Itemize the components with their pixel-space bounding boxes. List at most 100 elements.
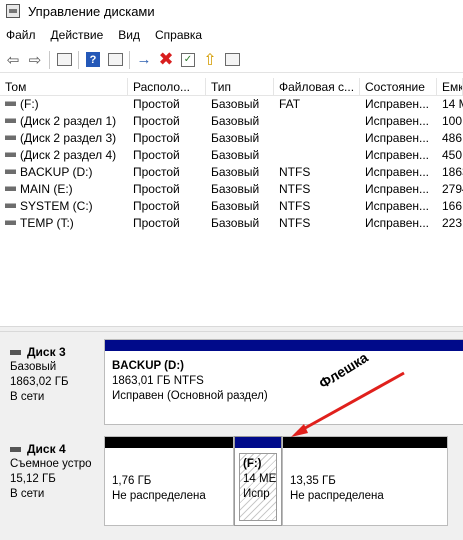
- table-row[interactable]: TEMP (T:) Простой Базовый NTFS Исправен... 22…: [0, 215, 463, 232]
- move-up-icon[interactable]: ⇧: [199, 49, 221, 71]
- disk4-type: Съемное устро: [10, 458, 92, 470]
- disk4-p1-size: 1,76 ГБ: [112, 475, 152, 487]
- cell-layout: Простой: [128, 215, 206, 232]
- cell-status-text: Исправен...: [365, 114, 430, 128]
- disk4-size: 15,12 ГБ: [10, 473, 56, 485]
- cell-capacity: 1863: [437, 164, 463, 181]
- cell-type-text: Базовый: [211, 97, 260, 111]
- cell-volume: (F:): [0, 96, 128, 113]
- column-header-capacity[interactable]: Емк: [437, 78, 463, 96]
- cell-volume: (Диск 2 раздел 3): [0, 130, 128, 147]
- check-icon[interactable]: ✓: [177, 49, 199, 71]
- cell-status: Исправен...: [360, 147, 437, 164]
- table-row[interactable]: (Диск 2 раздел 3) Простой Базовый Исправен.…: [0, 130, 463, 147]
- cell-layout-text: Простой: [133, 165, 180, 179]
- cell-capacity-text: 100: [442, 114, 463, 128]
- disk4-p2-size: 14 МЕ: [243, 473, 277, 485]
- disk3-info[interactable]: Диск 3 Базовый 1863,02 ГБ В сети: [4, 335, 102, 427]
- column-header-volume[interactable]: Том: [0, 78, 128, 96]
- cell-type: Базовый: [206, 181, 274, 198]
- cell-layout: Простой: [128, 181, 206, 198]
- cell-capacity: 486: [437, 130, 463, 147]
- column-header-status[interactable]: Состояние: [360, 78, 437, 96]
- volume-icon: [5, 118, 16, 124]
- cell-volume: (Диск 2 раздел 1): [0, 113, 128, 130]
- unallocated-bar: [105, 437, 233, 448]
- toolbar-separator: [49, 50, 50, 69]
- cell-volume: MAIN (E:): [0, 181, 128, 198]
- cell-type-text: Базовый: [211, 216, 260, 230]
- disk4-p1-status: Не распределена: [112, 490, 206, 502]
- menu-help[interactable]: Справка: [155, 28, 202, 42]
- cell-volume-text: (Диск 2 раздел 4): [20, 148, 117, 162]
- properties-icon[interactable]: [104, 49, 126, 71]
- cell-status: Исправен...: [360, 198, 437, 215]
- table-row[interactable]: BACKUP (D:) Простой Базовый NTFS Исправен...…: [0, 164, 463, 181]
- table-row[interactable]: (Диск 2 раздел 1) Простой Базовый Исправен.…: [0, 113, 463, 130]
- back-arrow-icon[interactable]: ⇦: [2, 49, 24, 71]
- volume-table: Том Располо... Тип Файловая с... Состоян…: [0, 78, 463, 326]
- menu-action[interactable]: Действие: [51, 28, 104, 42]
- connect-icon[interactable]: →: [133, 49, 155, 71]
- cell-volume: TEMP (T:): [0, 215, 128, 232]
- cell-status: Исправен...: [360, 215, 437, 232]
- volume-icon: [5, 203, 16, 209]
- menu-file[interactable]: Файл: [6, 28, 36, 42]
- disk4-unallocated-1[interactable]: 1,76 ГБ Не распределена: [104, 436, 234, 526]
- settings-icon[interactable]: [221, 49, 243, 71]
- forward-arrow-icon[interactable]: ⇨: [24, 49, 46, 71]
- cell-layout-text: Простой: [133, 148, 180, 162]
- disk4-partition-flash[interactable]: (F:) 14 МЕ Испр: [234, 436, 282, 526]
- console-icon[interactable]: [53, 49, 75, 71]
- volume-icon: [5, 220, 16, 226]
- disk4-name: Диск 4: [27, 442, 66, 456]
- title-bar: Управление дисками: [0, 0, 463, 22]
- cell-filesystem: [274, 147, 360, 164]
- cell-filesystem-text: NTFS: [279, 165, 311, 179]
- unallocated-bar: [283, 437, 447, 448]
- cell-filesystem-text: NTFS: [279, 199, 311, 213]
- cell-status-text: Исправен...: [365, 97, 430, 111]
- help-icon[interactable]: ?: [82, 49, 104, 71]
- cell-type-text: Базовый: [211, 114, 260, 128]
- table-row[interactable]: MAIN (E:) Простой Базовый NTFS Исправен... 27…: [0, 181, 463, 198]
- cell-capacity-text: 2794: [442, 182, 463, 196]
- column-header-filesystem[interactable]: Файловая с...: [274, 78, 360, 96]
- delete-icon[interactable]: ✖: [155, 49, 177, 71]
- column-header-layout[interactable]: Располо...: [128, 78, 206, 96]
- cell-capacity: 166,: [437, 198, 463, 215]
- cell-volume: SYSTEM (C:): [0, 198, 128, 215]
- cell-volume-text: (Диск 2 раздел 1): [20, 114, 117, 128]
- toolbar: ⇦ ⇨ ? → ✖ ✓ ⇧: [0, 47, 463, 73]
- cell-capacity: 14 М: [437, 96, 463, 113]
- disk-icon: [10, 350, 21, 355]
- menu-view[interactable]: Вид: [118, 28, 140, 42]
- cell-type: Базовый: [206, 215, 274, 232]
- cell-capacity-text: 223,: [442, 216, 463, 230]
- cell-type: Базовый: [206, 113, 274, 130]
- disk3-partition-backup[interactable]: BACKUP (D:) 1863,01 ГБ NTFS Исправен (Ос…: [104, 339, 463, 425]
- disk3-partition-title: BACKUP (D:): [112, 360, 184, 372]
- cell-type: Базовый: [206, 147, 274, 164]
- cell-filesystem-text: NTFS: [279, 182, 311, 196]
- cell-volume-text: BACKUP (D:): [20, 165, 93, 179]
- disk-management-app-icon: [6, 4, 20, 18]
- cell-status: Исправен...: [360, 113, 437, 130]
- column-header-type[interactable]: Тип: [206, 78, 274, 96]
- volume-icon: [5, 169, 16, 175]
- cell-capacity: 100: [437, 113, 463, 130]
- cell-layout: Простой: [128, 147, 206, 164]
- cell-layout-text: Простой: [133, 199, 180, 213]
- table-row[interactable]: (F:) Простой Базовый FAT Исправен... 14 М: [0, 96, 463, 113]
- disk3-name: Диск 3: [27, 345, 66, 359]
- volume-icon: [5, 101, 16, 107]
- disk4-info[interactable]: Диск 4 Съемное устро 15,12 ГБ В сети: [4, 432, 102, 528]
- cell-filesystem: FAT: [274, 96, 360, 113]
- cell-layout: Простой: [128, 198, 206, 215]
- table-row[interactable]: (Диск 2 раздел 4) Простой Базовый Исправен.…: [0, 147, 463, 164]
- disk4-unallocated-2[interactable]: 13,35 ГБ Не распределена: [282, 436, 448, 526]
- cell-status-text: Исправен...: [365, 216, 430, 230]
- volume-icon: [5, 135, 16, 141]
- cell-type-text: Базовый: [211, 182, 260, 196]
- table-row[interactable]: SYSTEM (C:) Простой Базовый NTFS Исправен...…: [0, 198, 463, 215]
